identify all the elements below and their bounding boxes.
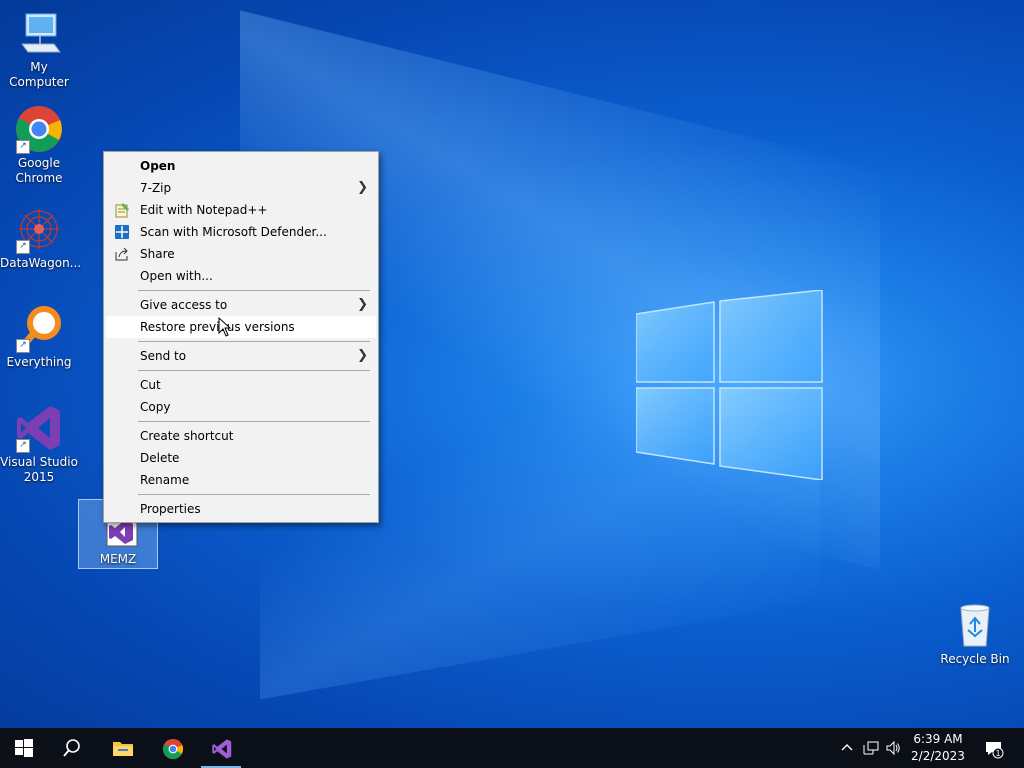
menu-separator (138, 290, 370, 291)
menu-item-copy[interactable]: Copy (106, 396, 376, 418)
volume-icon[interactable] (885, 740, 901, 756)
clock-date: 2/2/2023 (911, 749, 965, 763)
taskbar-visual-studio[interactable] (197, 728, 245, 768)
menu-item-open-with[interactable]: Open with... (106, 265, 376, 287)
desktop-icon-label: Everything (6, 355, 72, 369)
datawagon-icon: ↗ (14, 204, 64, 254)
menu-item-label: Share (140, 247, 175, 261)
menu-item-scan-defender[interactable]: Scan with Microsoft Defender... (106, 221, 376, 243)
folder-icon (113, 742, 133, 756)
menu-separator (138, 494, 370, 495)
menu-item-label: Cut (140, 378, 161, 392)
chevron-right-icon: ❯ (357, 297, 368, 312)
menu-item-label: 7-Zip (140, 181, 172, 195)
chevron-right-icon: ❯ (357, 348, 368, 363)
menu-item-7zip[interactable]: 7-Zip ❯ (106, 177, 376, 199)
menu-item-label: Edit with Notepad++ (140, 203, 268, 217)
menu-item-edit-notepadpp[interactable]: Edit with Notepad++ (106, 199, 376, 221)
taskbar-clock[interactable]: 6:39 AM 2/2/2023 (906, 731, 970, 765)
desktop-icon-recycle-bin[interactable]: Recycle Bin (936, 600, 1014, 667)
desktop[interactable]: My Computer ↗ Google Chrome ↗ DataWagon.… (0, 0, 1024, 728)
menu-item-send-to[interactable]: Send to ❯ (106, 345, 376, 367)
taskbar-chrome[interactable] (148, 728, 196, 768)
desktop-icon-chrome[interactable]: ↗ Google Chrome (0, 104, 78, 186)
menu-item-label: Copy (140, 400, 171, 414)
menu-item-label: Give access to (140, 298, 228, 312)
share-icon (115, 247, 128, 261)
recycle-bin-icon (950, 600, 1000, 650)
defender-shield-icon (115, 225, 129, 239)
menu-item-label: Rename (140, 473, 190, 487)
menu-item-open[interactable]: Open (106, 155, 376, 177)
desktop-icon-label: MEMZ (99, 552, 137, 566)
notification-count: 1 (995, 749, 1000, 758)
menu-item-rename[interactable]: Rename (106, 469, 376, 491)
desktop-icon-label: Visual Studio 2015 (0, 455, 78, 484)
menu-item-delete[interactable]: Delete (106, 447, 376, 469)
network-icon[interactable] (863, 740, 879, 756)
menu-item-give-access[interactable]: Give access to ❯ (106, 294, 376, 316)
taskbar-file-explorer[interactable] (98, 728, 146, 768)
menu-separator (138, 370, 370, 371)
menu-item-properties[interactable]: Properties (106, 498, 376, 520)
menu-item-label: Delete (140, 451, 180, 465)
start-button[interactable] (0, 728, 48, 768)
menu-item-label: Properties (140, 502, 201, 516)
desktop-icon-visual-studio[interactable]: ↗ Visual Studio 2015 (0, 403, 78, 485)
context-menu: Open 7-Zip ❯ Edit with Notepad++ Scan wit… (103, 151, 379, 523)
computer-icon (14, 8, 64, 58)
menu-item-label: Scan with Microsoft Defender... (140, 225, 327, 239)
desktop-icon-label: Google Chrome (15, 156, 63, 185)
desktop-icon-everything[interactable]: ↗ Everything (0, 303, 78, 370)
windows-logo-wallpaper (636, 290, 823, 480)
menu-item-create-shortcut[interactable]: Create shortcut (106, 425, 376, 447)
menu-item-cut[interactable]: Cut (106, 374, 376, 396)
chevron-right-icon: ❯ (357, 180, 368, 195)
notepadpp-icon (115, 203, 129, 218)
chrome-icon: ↗ (14, 104, 64, 154)
desktop-icon-label: Recycle Bin (940, 652, 1010, 666)
shortcut-arrow-icon: ↗ (16, 140, 30, 154)
menu-item-label: Create shortcut (140, 429, 234, 443)
action-center-button[interactable]: 1 (984, 739, 1004, 759)
menu-separator (138, 341, 370, 342)
menu-separator (138, 421, 370, 422)
chrome-icon (162, 738, 184, 760)
search-button[interactable] (48, 728, 96, 768)
magnifier-icon: ↗ (14, 303, 64, 353)
visual-studio-icon (212, 739, 232, 759)
clock-time: 6:39 AM (913, 732, 963, 746)
visual-studio-icon: ↗ (14, 403, 64, 453)
menu-item-restore-versions[interactable]: Restore previous versions (106, 316, 376, 338)
chevron-up-icon[interactable] (839, 740, 855, 756)
menu-item-label: Open with... (140, 269, 213, 283)
notification-icon: 1 (986, 742, 1004, 759)
menu-item-share[interactable]: Share (106, 243, 376, 265)
menu-item-label: Send to (140, 349, 187, 363)
search-icon (63, 739, 80, 757)
menu-item-label: Open (140, 159, 176, 173)
shortcut-arrow-icon: ↗ (16, 339, 30, 353)
shortcut-arrow-icon: ↗ (16, 240, 30, 254)
mouse-cursor-icon (218, 317, 232, 337)
desktop-icon-label: DataWagon... (0, 256, 82, 270)
windows-start-icon (15, 739, 33, 757)
desktop-icon-label: My Computer (9, 60, 69, 89)
desktop-icon-datawagon[interactable]: ↗ DataWagon... (0, 204, 82, 271)
taskbar: 6:39 AM 2/2/2023 1 (0, 728, 1024, 768)
desktop-icon-my-computer[interactable]: My Computer (0, 8, 78, 90)
shortcut-arrow-icon: ↗ (16, 439, 30, 453)
